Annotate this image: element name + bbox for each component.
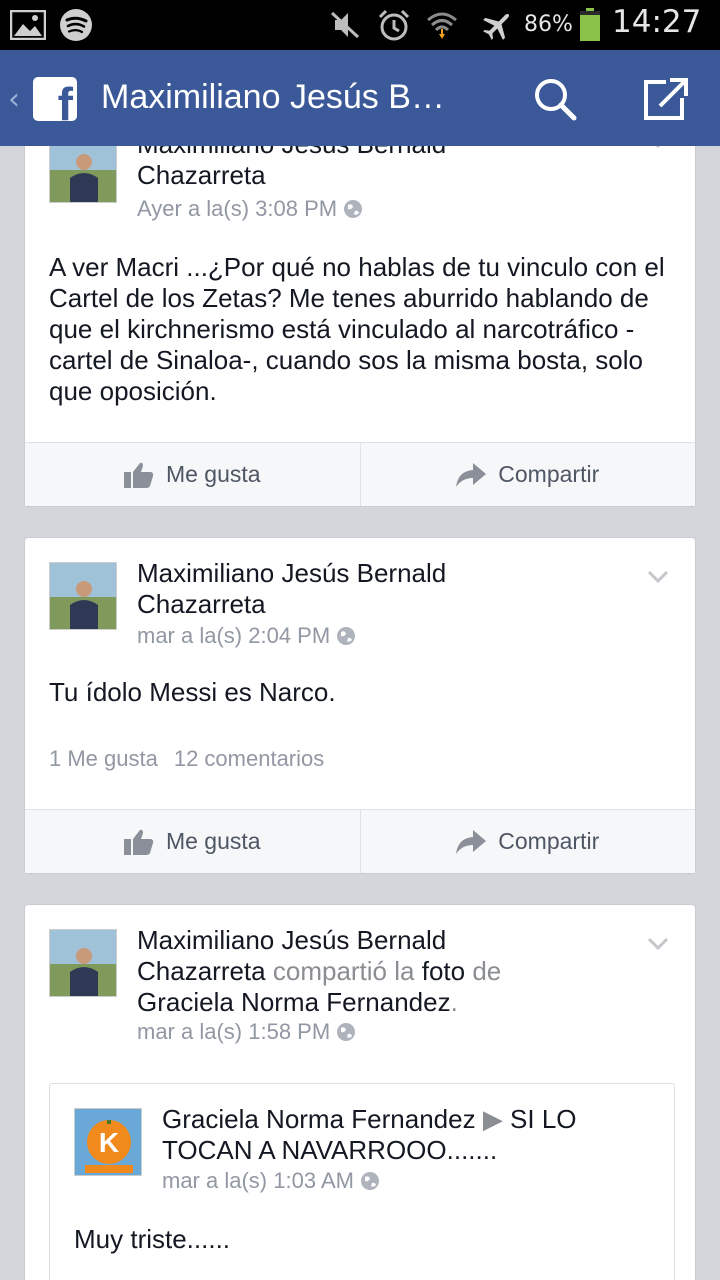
news-feed[interactable]: Maximiliano Jesús BernaldChazarreta Ayer… [0, 146, 720, 1280]
post-timestamp[interactable]: mar a la(s) 2:04 PM [137, 623, 356, 649]
post-timestamp[interactable]: mar a la(s) 1:58 PM [137, 1019, 356, 1045]
post-actions: Me gusta Compartir [25, 442, 695, 506]
chevron-down-icon[interactable] [647, 937, 669, 951]
post-author[interactable]: Maximiliano Jesús BernaldChazarreta [137, 146, 617, 191]
like-button[interactable]: Me gusta [25, 443, 360, 506]
app-bar: ‹ f Maximiliano Jesús B… [0, 50, 720, 146]
arrow-icon: ▶ [482, 1104, 503, 1134]
post-text: Tu ídolo Messi es Narco. [49, 677, 336, 707]
post-card: Maximiliano Jesús Bernald Chazarreta com… [24, 904, 696, 1280]
author-avatar[interactable] [49, 929, 117, 997]
battery-icon [578, 8, 602, 41]
thumbs-up-icon [123, 829, 154, 855]
alarm-icon [376, 9, 412, 41]
post-engagement-counts[interactable]: 1 Me gusta 12 comentarios [49, 746, 324, 772]
mute-icon [328, 9, 362, 41]
author-avatar[interactable] [49, 562, 117, 630]
status-bar: 86% 14:27 [0, 0, 720, 50]
post-timestamp[interactable]: Ayer a la(s) 3:08 PM [137, 196, 363, 222]
post-card: Maximiliano Jesús Bernald Chazarreta mar … [24, 537, 696, 874]
share-button[interactable]: Compartir [359, 443, 696, 506]
spotify-icon [58, 9, 94, 41]
back-chevron-icon[interactable]: ‹ [8, 82, 20, 117]
wifi-icon [424, 9, 460, 41]
page-title: Maximiliano Jesús B… [101, 78, 445, 116]
search-icon[interactable] [532, 76, 578, 122]
facebook-logo[interactable]: f [33, 77, 77, 121]
shared-post-text: Muy triste...... [74, 1224, 231, 1254]
post-card: Maximiliano Jesús BernaldChazarreta Ayer… [24, 146, 696, 507]
like-button[interactable]: Me gusta [25, 810, 360, 873]
shared-author-avatar[interactable]: K [74, 1108, 142, 1176]
shared-photo-link[interactable]: foto [422, 956, 465, 986]
thumbs-up-icon [123, 462, 154, 488]
likes-count[interactable]: 1 Me gusta [49, 746, 158, 771]
post-author[interactable]: Maximiliano Jesús Bernald Chazarreta com… [137, 925, 617, 1018]
share-button[interactable]: Compartir [359, 810, 696, 873]
battery-percent: 86% [524, 12, 573, 37]
comments-count[interactable]: 12 comentarios [174, 746, 324, 771]
chevron-down-icon[interactable] [647, 570, 669, 584]
globe-icon [336, 1022, 356, 1042]
shared-owner-link[interactable]: Graciela Norma Fernandez [137, 987, 451, 1017]
compose-icon[interactable] [640, 74, 690, 124]
globe-icon [336, 626, 356, 646]
globe-icon [343, 199, 363, 219]
share-arrow-icon [456, 462, 487, 487]
shared-post-timestamp[interactable]: mar a la(s) 1:03 AM [162, 1168, 380, 1194]
post-text: A ver Macri ...¿Por qué no hablas de tu … [49, 252, 665, 406]
gallery-icon [10, 9, 46, 41]
share-arrow-icon [456, 829, 487, 854]
author-avatar[interactable] [49, 146, 117, 203]
shared-post[interactable]: K Graciela Norma Fernandez ▶ SI LO TOCAN… [49, 1083, 675, 1280]
chevron-down-icon[interactable] [647, 146, 669, 149]
shared-author-name[interactable]: Graciela Norma Fernandez [162, 1104, 476, 1134]
svg-text:K: K [99, 1127, 119, 1158]
globe-icon [360, 1171, 380, 1191]
post-actions: Me gusta Compartir [25, 809, 695, 873]
post-author[interactable]: Maximiliano Jesús BernaldChazarreta [137, 558, 617, 620]
shared-post-header[interactable]: Graciela Norma Fernandez ▶ SI LO TOCAN A… [162, 1104, 652, 1166]
airplane-icon [480, 9, 516, 41]
clock: 14:27 [612, 4, 702, 40]
